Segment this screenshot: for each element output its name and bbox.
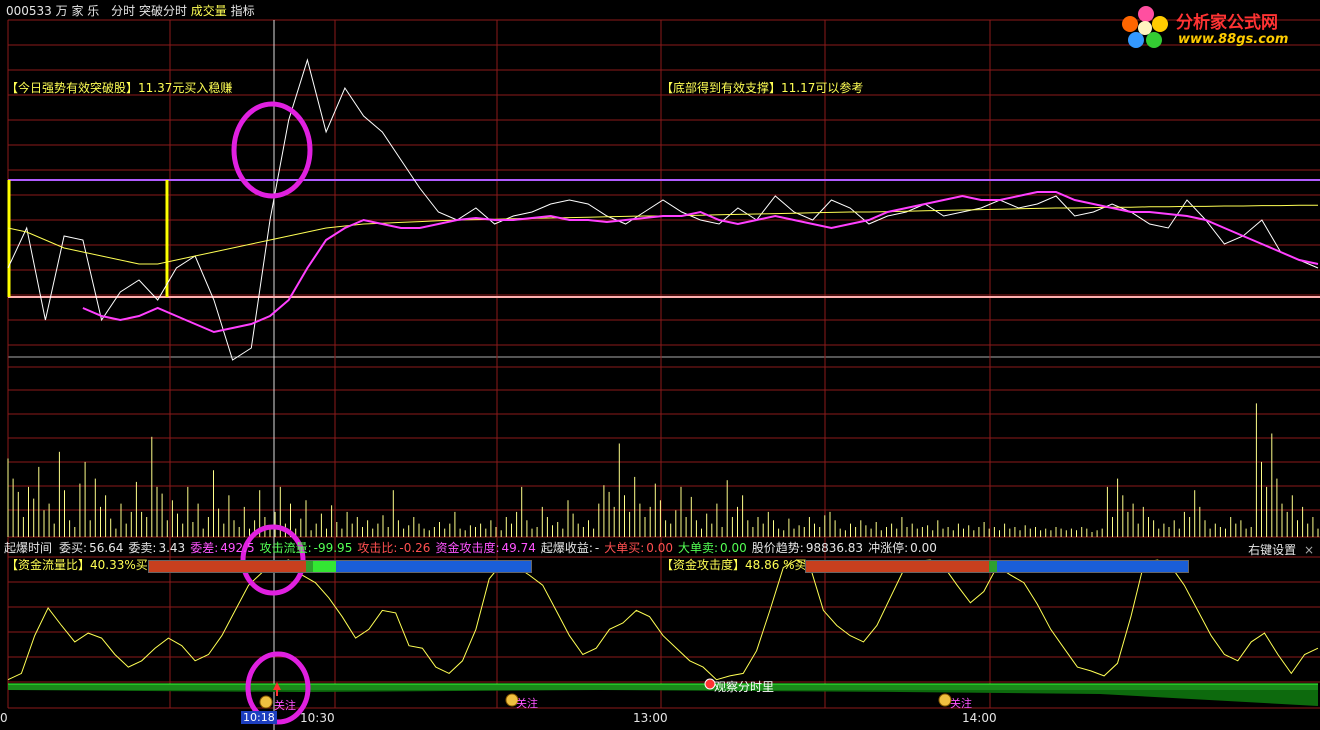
- stock-code: 000533: [6, 4, 52, 18]
- attack-degree-label: 【资金攻击度】: [661, 558, 746, 572]
- bar-segment-0: [806, 561, 990, 572]
- stat-label-0: 起爆时间: [4, 541, 53, 555]
- stock-name: 万 家 乐: [55, 4, 100, 18]
- menu-fenshi[interactable]: 分时: [111, 4, 135, 18]
- stat-value-2: 3.43: [158, 541, 186, 555]
- annotation-right-bracket: 【底部得到有效支撑】: [661, 81, 782, 95]
- cursor-time-badge: 10:18: [241, 711, 277, 724]
- indicator-right-label: 【资金攻击度】48.86 %买: [661, 558, 807, 572]
- time-tick-1300: 13:00: [633, 711, 668, 725]
- stat-value-10: 98836.83: [805, 541, 864, 555]
- bar-segment-3: [996, 561, 1188, 572]
- text-marker: 观察分时里: [714, 680, 775, 694]
- indicator-left-label: 【资金流量比】40.33%买: [6, 558, 148, 572]
- flow-ratio-value: 40.33%买: [90, 558, 148, 572]
- stat-label-6: 资金攻击度:: [435, 541, 500, 555]
- menu-volume[interactable]: 成交量: [191, 4, 227, 18]
- attack-degree-bar: [805, 560, 1189, 573]
- right-click-settings[interactable]: 右键设置: [1248, 543, 1296, 557]
- green-baseline-area: [8, 684, 1318, 690]
- bar-segment-0: [149, 561, 306, 572]
- annotation-left: 【今日强势有效突破股】11.37元买入稳赚: [6, 81, 232, 95]
- bar-segment-1: [989, 561, 997, 572]
- bar-segment-1: [305, 561, 314, 572]
- time-axis-left: 0: [0, 711, 8, 725]
- highlight-circle-peak: [231, 101, 313, 199]
- stat-value-5: -0.26: [399, 541, 431, 555]
- annotation-left-bracket: 【今日强势有效突破股】: [6, 81, 139, 95]
- stat-label-2: 委卖:: [128, 541, 157, 555]
- flower-logo-icon: [1122, 6, 1168, 48]
- money-bag-icon: [259, 695, 273, 709]
- green-baseline-shadow: [8, 690, 1318, 706]
- time-tick-1030: 10:30: [300, 711, 335, 725]
- menu-tupo-fenshi[interactable]: 突破分时: [139, 4, 187, 18]
- signal-label-1: 关注: [274, 699, 296, 712]
- header-bar: 000533 万 家 乐 分时 突破分时 成交量 指标: [6, 4, 255, 18]
- grid-lines: [7, 19, 1320, 730]
- stat-label-4: 攻击流量:: [259, 541, 312, 555]
- stat-label-9: 大单卖:: [678, 541, 719, 555]
- stat-label-7: 起爆收益:: [540, 541, 593, 555]
- stat-value-11: 0.00: [910, 541, 937, 555]
- close-icon[interactable]: ×: [1304, 543, 1314, 557]
- settings-area: 右键设置 ×: [1248, 541, 1314, 558]
- stat-label-11: 冲涨停:: [868, 541, 909, 555]
- time-tick-1400: 14:00: [962, 711, 997, 725]
- price-series-2: [82, 191, 1319, 334]
- price-series-1: [7, 204, 1318, 265]
- bar-segment-2: [313, 561, 337, 572]
- stat-value-1: 56.64: [89, 541, 124, 555]
- stat-value-8: 0.00: [646, 541, 673, 555]
- stat-value-4: -99.95: [313, 541, 353, 555]
- volume-panel: [7, 403, 1319, 537]
- stat-label-5: 攻击比:: [357, 541, 398, 555]
- flow-ratio-label: 【资金流量比】: [6, 558, 91, 572]
- signal-label-2: 关注: [516, 697, 538, 710]
- menu-indicator[interactable]: 指标: [231, 4, 255, 18]
- attack-degree-value: 48.86 %买: [745, 558, 807, 572]
- indicator-series-0: [7, 559, 1319, 681]
- logo-url[interactable]: www.88gs.com: [1178, 32, 1288, 47]
- annotation-right: 【底部得到有效支撑】11.17可以参考: [661, 81, 863, 95]
- stat-label-10: 股价趋势:: [751, 541, 804, 555]
- stat-label-1: 委买:: [59, 541, 88, 555]
- chart-canvas: [7, 19, 1320, 730]
- stats-bar: 起爆时间 委买: 56.64 委卖: 3.43 委差: 492.5 攻击流量: -99.95 攻击…: [4, 541, 937, 555]
- stat-label-8: 大单买:: [604, 541, 645, 555]
- stat-value-9: 0.00: [720, 541, 747, 555]
- stat-value-3: 492.5: [220, 541, 255, 555]
- overlay-markers: [231, 101, 952, 725]
- signal-label-3: 关注: [950, 697, 972, 710]
- site-logo: 分析家公式网 www.88gs.com: [1120, 4, 1320, 54]
- stat-value-7: -: [594, 541, 600, 555]
- annotation-left-text: 11.37元买入稳赚: [138, 81, 233, 95]
- bar-segment-3: [336, 561, 531, 572]
- stat-value-6: 49.74: [501, 541, 536, 555]
- flow-ratio-bar: [148, 560, 532, 573]
- price-panel: [7, 58, 1320, 361]
- annotation-right-text: 11.17可以参考: [781, 81, 864, 95]
- logo-title: 分析家公式网: [1176, 13, 1278, 33]
- stat-label-3: 委差:: [190, 541, 219, 555]
